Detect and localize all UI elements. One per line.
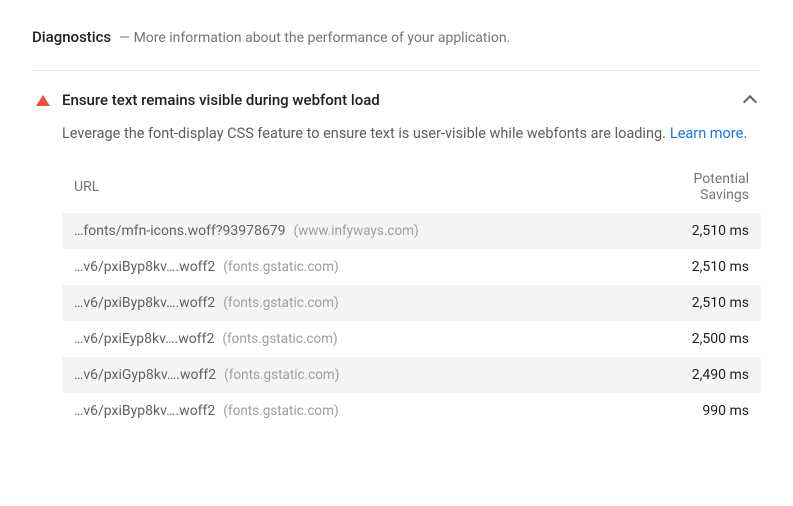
col-url-header: URL bbox=[74, 179, 99, 195]
url-host: fonts.gstatic.com bbox=[223, 295, 338, 311]
url-host: fonts.gstatic.com bbox=[222, 331, 337, 347]
table-row: …v6/pxiEyp8kv….woff2 fonts.gstatic.com 2,5… bbox=[62, 321, 761, 357]
url-path: …v6/pxiByp8kv….woff2 bbox=[74, 259, 215, 275]
url-cell: …v6/pxiByp8kv….woff2 fonts.gstatic.com bbox=[74, 403, 339, 419]
savings-table: URL Potential Savings …fonts/mfn-icons.w… bbox=[62, 171, 761, 429]
audit-description: Leverage the font-display CSS feature to… bbox=[62, 125, 666, 142]
chevron-up-icon bbox=[743, 95, 757, 109]
savings-cell: 2,490 ms bbox=[692, 367, 749, 383]
section-header: Diagnostics More information about the p… bbox=[32, 28, 761, 46]
url-host: www.infyways.com bbox=[293, 223, 418, 239]
savings-cell: 2,500 ms bbox=[692, 331, 749, 347]
warning-triangle-icon bbox=[36, 95, 50, 106]
col-savings-header: Potential Savings bbox=[669, 171, 749, 203]
url-path: …v6/pxiEyp8kv….woff2 bbox=[74, 331, 214, 347]
url-path: …v6/pxiGyp8kv….woff2 bbox=[74, 367, 216, 383]
table-row: …v6/pxiGyp8kv….woff2 fonts.gstatic.com 2,4… bbox=[62, 357, 761, 393]
table-body: …fonts/mfn-icons.woff?93978679 www.infywa… bbox=[62, 213, 761, 429]
url-path: …fonts/mfn-icons.woff?93978679 bbox=[74, 223, 285, 239]
table-header: URL Potential Savings bbox=[62, 171, 761, 213]
table-row: …fonts/mfn-icons.woff?93978679 www.infywa… bbox=[62, 213, 761, 249]
url-host: fonts.gstatic.com bbox=[223, 403, 338, 419]
savings-cell: 2,510 ms bbox=[692, 223, 749, 239]
url-cell: …v6/pxiByp8kv….woff2 fonts.gstatic.com bbox=[74, 259, 339, 275]
section-title: Diagnostics bbox=[32, 28, 111, 46]
audit-title: Ensure text remains visible during webfo… bbox=[62, 91, 380, 109]
url-path: …v6/pxiByp8kv….woff2 bbox=[74, 403, 215, 419]
table-row: …v6/pxiByp8kv….woff2 fonts.gstatic.com 2,5… bbox=[62, 249, 761, 285]
url-cell: …v6/pxiByp8kv….woff2 fonts.gstatic.com bbox=[74, 295, 339, 311]
audit-body: Leverage the font-display CSS feature to… bbox=[32, 123, 761, 429]
url-host: fonts.gstatic.com bbox=[223, 259, 338, 275]
audit-item: Ensure text remains visible during webfo… bbox=[32, 70, 761, 429]
learn-more-link[interactable]: Learn more bbox=[670, 125, 743, 142]
audit-toggle[interactable]: Ensure text remains visible during webfo… bbox=[32, 87, 761, 123]
savings-cell: 990 ms bbox=[702, 403, 749, 419]
url-host: fonts.gstatic.com bbox=[224, 367, 339, 383]
url-cell: …fonts/mfn-icons.woff?93978679 www.infywa… bbox=[74, 223, 419, 239]
table-row: …v6/pxiByp8kv….woff2 fonts.gstatic.com 2,5… bbox=[62, 285, 761, 321]
savings-cell: 2,510 ms bbox=[692, 259, 749, 275]
url-path: …v6/pxiByp8kv….woff2 bbox=[74, 295, 215, 311]
table-row: …v6/pxiByp8kv….woff2 fonts.gstatic.com 990… bbox=[62, 393, 761, 429]
section-subtitle: More information about the performance o… bbox=[119, 30, 510, 46]
url-cell: …v6/pxiEyp8kv….woff2 fonts.gstatic.com bbox=[74, 331, 338, 347]
savings-cell: 2,510 ms bbox=[692, 295, 749, 311]
url-cell: …v6/pxiGyp8kv….woff2 fonts.gstatic.com bbox=[74, 367, 339, 383]
